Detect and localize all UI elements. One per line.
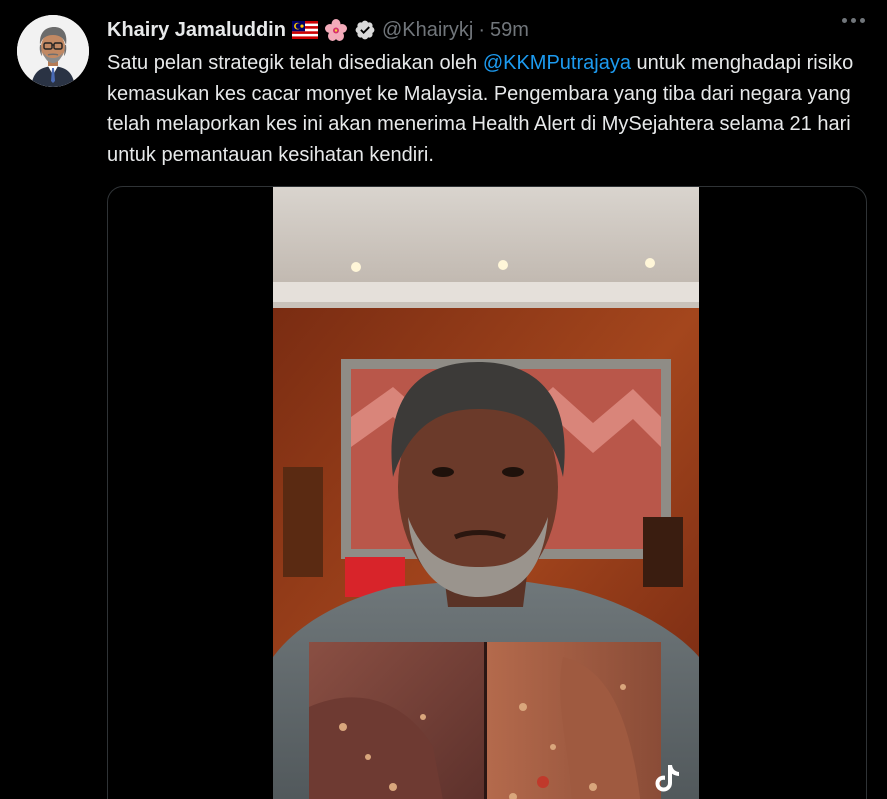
header-separator: · — [478, 18, 486, 41]
tweet-text-part1: Satu pelan strategik telah disediakan ol… — [107, 52, 483, 74]
author-display-name[interactable]: Khairy Jamaluddin — [107, 19, 286, 42]
hibiscus-icon — [324, 18, 348, 42]
tweet-text: Satu pelan strategik telah disediakan ol… — [107, 48, 867, 170]
video-thumbnail — [273, 187, 699, 799]
tiktok-icon — [654, 763, 680, 798]
tweet-media-video[interactable] — [107, 186, 867, 799]
tweet-timestamp[interactable]: 59m — [490, 19, 529, 42]
video-frame[interactable] — [273, 187, 699, 799]
verified-badge-icon[interactable] — [354, 19, 376, 41]
more-options-button[interactable] — [842, 18, 865, 23]
avatar[interactable] — [17, 15, 89, 87]
malaysia-flag-icon — [291, 21, 318, 39]
author-handle[interactable]: @Khairykj — [382, 19, 473, 42]
tweet[interactable]: Khairy Jamaluddin @Khairykj · 59m Satu p… — [0, 0, 887, 799]
avatar-illustration — [17, 15, 89, 87]
tweet-header: Khairy Jamaluddin @Khairykj · 59m — [107, 14, 529, 46]
more-horizontal-icon — [842, 18, 847, 23]
mention-link[interactable]: @KKMPutrajaya — [483, 52, 631, 74]
